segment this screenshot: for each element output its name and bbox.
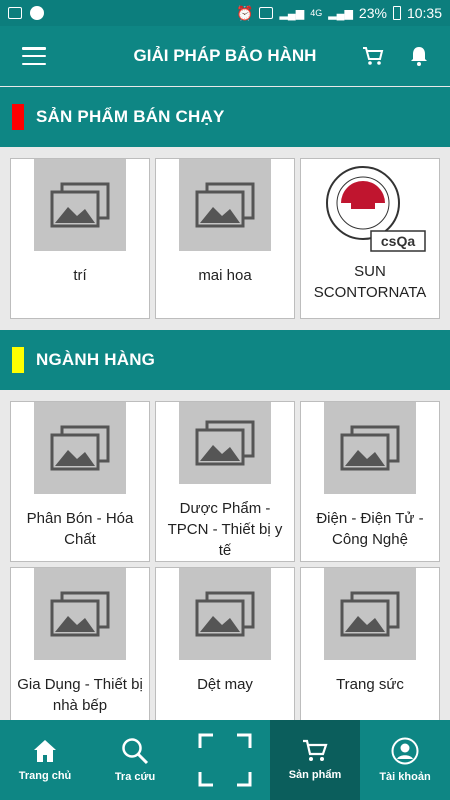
image-placeholder-icon — [34, 402, 126, 494]
category-card[interactable]: Trang sức — [300, 567, 440, 728]
image-placeholder-icon — [179, 568, 271, 660]
product-card[interactable]: csQa SUN SCONTORNATA — [300, 158, 440, 319]
category-card[interactable]: Điện - Điện Tử - Công Nghệ — [300, 401, 440, 562]
category-card[interactable]: Dược Phẩm - TPCN - Thiết bị y tế — [155, 401, 295, 562]
category-card[interactable]: Gia Dụng - Thiết bị nhà bếp — [10, 567, 150, 728]
section-marker — [12, 347, 24, 373]
bell-icon[interactable] — [410, 46, 428, 66]
categories-grid: Phân Bón - Hóa Chất Dược Phẩm - TPCN - T… — [10, 401, 440, 728]
nav-label: Tra cứu — [114, 771, 156, 783]
bestseller-header: SẢN PHẨM BÁN CHẠY — [0, 87, 450, 147]
category-name: Dược Phẩm - TPCN - Thiết bị y tế — [167, 500, 283, 559]
gallery-notification-icon — [8, 7, 22, 19]
app-bar: GIẢI PHÁP BẢO HÀNH — [0, 26, 450, 86]
product-name: trí — [73, 267, 87, 284]
bottom-navigation: Trang chủ Tra cứu Sản phẩm Tài khoản — [0, 720, 450, 800]
nav-home[interactable]: Trang chủ — [0, 720, 90, 800]
image-placeholder-icon — [34, 159, 126, 251]
nav-account[interactable]: Tài khoản — [360, 720, 450, 800]
category-name: Gia Dụng - Thiết bị nhà bếp — [17, 676, 143, 714]
menu-icon[interactable] — [22, 47, 46, 65]
nav-products[interactable]: Sản phẩm — [270, 720, 360, 800]
image-placeholder-icon — [179, 159, 271, 251]
image-placeholder-icon — [179, 402, 271, 484]
categories-title: NGÀNH HÀNG — [36, 350, 156, 369]
product-card[interactable]: mai hoa — [155, 158, 295, 319]
cart-icon[interactable] — [362, 46, 384, 66]
category-name: Dệt may — [197, 676, 253, 693]
bestseller-title: SẢN PHẨM BÁN CHẠY — [36, 107, 225, 126]
scan-icon — [198, 733, 252, 787]
csqa-logo-text: csQa — [381, 233, 415, 249]
category-name: Trang sức — [336, 676, 404, 693]
battery-percent: 23% — [358, 5, 387, 21]
home-icon — [34, 740, 56, 762]
alarm-icon: ⏰ — [236, 4, 254, 21]
image-placeholder-icon — [324, 402, 416, 494]
product-name: mai hoa — [198, 267, 252, 284]
nfc-icon — [259, 7, 274, 19]
section-marker — [12, 104, 24, 130]
nav-label: Tài khoản — [379, 771, 431, 783]
nav-scan[interactable] — [180, 720, 270, 800]
signal-icon: ▂▄▆ — [279, 7, 305, 20]
image-placeholder-icon — [324, 568, 416, 660]
bestseller-grid: trí mai hoa csQa SUN SCONTORNATA — [10, 158, 440, 319]
app-notification-icon — [30, 6, 44, 20]
image-placeholder-icon — [34, 568, 126, 660]
csqa-certificate-logo: csQa — [326, 166, 426, 252]
account-icon — [391, 737, 419, 765]
category-name: Điện - Điện Tử - Công Nghệ — [316, 510, 424, 548]
network-type: 4G — [310, 8, 323, 18]
status-bar: ⏰ ▂▄▆ 4G ▂▄▆ 23% 10:35 — [0, 0, 450, 26]
categories-header: NGÀNH HÀNG — [0, 330, 450, 390]
category-card[interactable]: Dệt may — [155, 567, 295, 728]
signal-icon-2: ▂▄▆ — [328, 7, 353, 20]
search-icon — [122, 738, 149, 765]
nav-label: Sản phẩm — [288, 769, 342, 781]
product-card[interactable]: trí — [10, 158, 150, 319]
category-card[interactable]: Phân Bón - Hóa Chất — [10, 401, 150, 562]
category-name: Phân Bón - Hóa Chất — [26, 510, 134, 548]
clock: 10:35 — [406, 5, 442, 21]
cart-icon — [303, 739, 328, 761]
product-name: SUN SCONTORNATA — [313, 263, 427, 301]
nav-label: Trang chủ — [18, 770, 72, 782]
nav-search[interactable]: Tra cứu — [90, 720, 180, 800]
battery-icon — [392, 6, 401, 20]
